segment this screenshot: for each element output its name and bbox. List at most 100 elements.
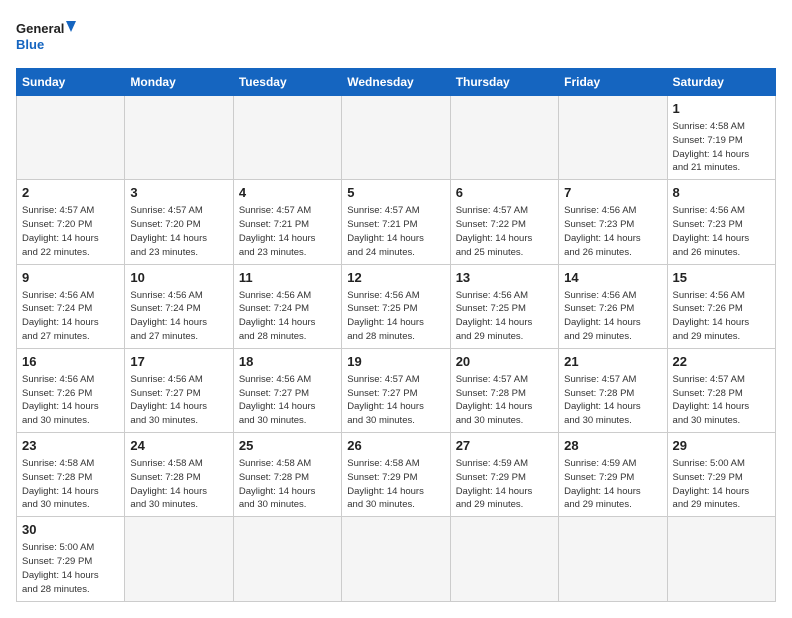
day-info: Sunrise: 4:58 AM Sunset: 7:28 PM Dayligh… (22, 457, 119, 512)
day-info: Sunrise: 4:56 AM Sunset: 7:23 PM Dayligh… (564, 204, 661, 259)
calendar-cell: 2 Sunrise: 4:57 AM Sunset: 7:20 PM Daylig… (17, 180, 125, 264)
calendar-week-row: 1 Sunrise: 4:58 AM Sunset: 7:19 PM Daylig… (17, 96, 776, 180)
day-number: 5 (347, 184, 444, 202)
calendar-cell: 19 Sunrise: 4:57 AM Sunset: 7:27 PM Dayli… (342, 348, 450, 432)
day-number: 27 (456, 437, 553, 455)
day-number: 16 (22, 353, 119, 371)
day-number: 3 (130, 184, 227, 202)
day-number: 6 (456, 184, 553, 202)
header-sunday: Sunday (17, 69, 125, 96)
header-tuesday: Tuesday (233, 69, 341, 96)
calendar-cell: 11Sunrise: 4:56 AM Sunset: 7:24 PM Dayli… (233, 264, 341, 348)
day-number: 19 (347, 353, 444, 371)
day-info: Sunrise: 4:56 AM Sunset: 7:25 PM Dayligh… (347, 289, 444, 344)
day-number: 20 (456, 353, 553, 371)
calendar-cell: 29Sunrise: 5:00 AM Sunset: 7:29 PM Dayli… (667, 433, 775, 517)
calendar-cell (17, 96, 125, 180)
day-info: Sunrise: 4:57 AM Sunset: 7:20 PM Dayligh… (130, 204, 227, 259)
calendar-week-row: 30 Sunrise: 5:00 AM Sunset: 7:29 PM Dayli… (17, 517, 776, 601)
day-number: 14 (564, 269, 661, 287)
day-number: 18 (239, 353, 336, 371)
calendar-cell (667, 517, 775, 601)
day-info: Sunrise: 4:59 AM Sunset: 7:29 PM Dayligh… (456, 457, 553, 512)
day-info: Sunrise: 5:00 AM Sunset: 7:29 PM Dayligh… (22, 541, 119, 596)
day-number: 15 (673, 269, 770, 287)
calendar-cell: 5 Sunrise: 4:57 AM Sunset: 7:21 PM Daylig… (342, 180, 450, 264)
calendar-cell: 8Sunrise: 4:56 AM Sunset: 7:23 PM Daylig… (667, 180, 775, 264)
calendar-cell: 21 Sunrise: 4:57 AM Sunset: 7:28 PM Dayli… (559, 348, 667, 432)
day-number: 7 (564, 184, 661, 202)
day-info: Sunrise: 4:56 AM Sunset: 7:27 PM Dayligh… (130, 373, 227, 428)
day-info: Sunrise: 4:58 AM Sunset: 7:28 PM Dayligh… (130, 457, 227, 512)
day-info: Sunrise: 4:58 AM Sunset: 7:19 PM Dayligh… (673, 120, 770, 175)
day-info: Sunrise: 4:58 AM Sunset: 7:29 PM Dayligh… (347, 457, 444, 512)
header-friday: Friday (559, 69, 667, 96)
calendar-week-row: 16 Sunrise: 4:56 AM Sunset: 7:26 PM Dayli… (17, 348, 776, 432)
day-info: Sunrise: 4:56 AM Sunset: 7:25 PM Dayligh… (456, 289, 553, 344)
calendar-cell: 25Sunrise: 4:58 AM Sunset: 7:28 PM Dayli… (233, 433, 341, 517)
calendar-cell (233, 96, 341, 180)
calendar-cell: 28Sunrise: 4:59 AM Sunset: 7:29 PM Dayli… (559, 433, 667, 517)
day-number: 23 (22, 437, 119, 455)
day-number: 22 (673, 353, 770, 371)
day-number: 29 (673, 437, 770, 455)
calendar-cell: 14 Sunrise: 4:56 AM Sunset: 7:26 PM Dayli… (559, 264, 667, 348)
day-info: Sunrise: 4:56 AM Sunset: 7:27 PM Dayligh… (239, 373, 336, 428)
day-info: Sunrise: 4:56 AM Sunset: 7:24 PM Dayligh… (130, 289, 227, 344)
calendar-week-row: 2 Sunrise: 4:57 AM Sunset: 7:20 PM Daylig… (17, 180, 776, 264)
day-number: 25 (239, 437, 336, 455)
calendar-cell: 22Sunrise: 4:57 AM Sunset: 7:28 PM Dayli… (667, 348, 775, 432)
calendar-cell: 12 Sunrise: 4:56 AM Sunset: 7:25 PM Dayli… (342, 264, 450, 348)
calendar-cell: 15 Sunrise: 4:56 AM Sunset: 7:26 PM Dayli… (667, 264, 775, 348)
day-info: Sunrise: 4:57 AM Sunset: 7:22 PM Dayligh… (456, 204, 553, 259)
calendar-cell (342, 96, 450, 180)
calendar-cell: 16 Sunrise: 4:56 AM Sunset: 7:26 PM Dayli… (17, 348, 125, 432)
day-info: Sunrise: 4:57 AM Sunset: 7:21 PM Dayligh… (347, 204, 444, 259)
day-info: Sunrise: 4:56 AM Sunset: 7:26 PM Dayligh… (564, 289, 661, 344)
day-info: Sunrise: 4:56 AM Sunset: 7:24 PM Dayligh… (22, 289, 119, 344)
header-saturday: Saturday (667, 69, 775, 96)
day-info: Sunrise: 4:57 AM Sunset: 7:20 PM Dayligh… (22, 204, 119, 259)
calendar-cell: 18 Sunrise: 4:56 AM Sunset: 7:27 PM Dayli… (233, 348, 341, 432)
calendar-week-row: 23 Sunrise: 4:58 AM Sunset: 7:28 PM Dayli… (17, 433, 776, 517)
calendar-cell (559, 517, 667, 601)
day-number: 13 (456, 269, 553, 287)
calendar-week-row: 9Sunrise: 4:56 AM Sunset: 7:24 PM Daylig… (17, 264, 776, 348)
day-number: 4 (239, 184, 336, 202)
calendar-cell: 13 Sunrise: 4:56 AM Sunset: 7:25 PM Dayli… (450, 264, 558, 348)
day-number: 12 (347, 269, 444, 287)
day-number: 10 (130, 269, 227, 287)
calendar-cell: 17Sunrise: 4:56 AM Sunset: 7:27 PM Dayli… (125, 348, 233, 432)
calendar-cell (450, 517, 558, 601)
day-info: Sunrise: 4:56 AM Sunset: 7:26 PM Dayligh… (673, 289, 770, 344)
calendar-cell (559, 96, 667, 180)
header-thursday: Thursday (450, 69, 558, 96)
day-number: 26 (347, 437, 444, 455)
calendar-cell (125, 96, 233, 180)
day-info: Sunrise: 4:57 AM Sunset: 7:21 PM Dayligh… (239, 204, 336, 259)
calendar-cell (125, 517, 233, 601)
day-number: 2 (22, 184, 119, 202)
calendar-cell: 23 Sunrise: 4:58 AM Sunset: 7:28 PM Dayli… (17, 433, 125, 517)
day-info: Sunrise: 4:57 AM Sunset: 7:28 PM Dayligh… (564, 373, 661, 428)
calendar-cell: 24Sunrise: 4:58 AM Sunset: 7:28 PM Dayli… (125, 433, 233, 517)
day-info: Sunrise: 4:56 AM Sunset: 7:26 PM Dayligh… (22, 373, 119, 428)
page-header: GeneralBlue (16, 16, 776, 56)
day-info: Sunrise: 4:57 AM Sunset: 7:27 PM Dayligh… (347, 373, 444, 428)
calendar-cell: 6 Sunrise: 4:57 AM Sunset: 7:22 PM Daylig… (450, 180, 558, 264)
calendar-cell: 9Sunrise: 4:56 AM Sunset: 7:24 PM Daylig… (17, 264, 125, 348)
day-info: Sunrise: 4:57 AM Sunset: 7:28 PM Dayligh… (456, 373, 553, 428)
day-number: 30 (22, 521, 119, 539)
svg-text:General: General (16, 21, 64, 36)
day-number: 8 (673, 184, 770, 202)
day-number: 21 (564, 353, 661, 371)
calendar-cell (342, 517, 450, 601)
calendar-cell: 7 Sunrise: 4:56 AM Sunset: 7:23 PM Daylig… (559, 180, 667, 264)
calendar-cell: 3 Sunrise: 4:57 AM Sunset: 7:20 PM Daylig… (125, 180, 233, 264)
logo: GeneralBlue (16, 16, 76, 56)
header-wednesday: Wednesday (342, 69, 450, 96)
svg-text:Blue: Blue (16, 37, 44, 52)
day-number: 11 (239, 269, 336, 287)
day-number: 1 (673, 100, 770, 118)
calendar-cell: 30 Sunrise: 5:00 AM Sunset: 7:29 PM Dayli… (17, 517, 125, 601)
